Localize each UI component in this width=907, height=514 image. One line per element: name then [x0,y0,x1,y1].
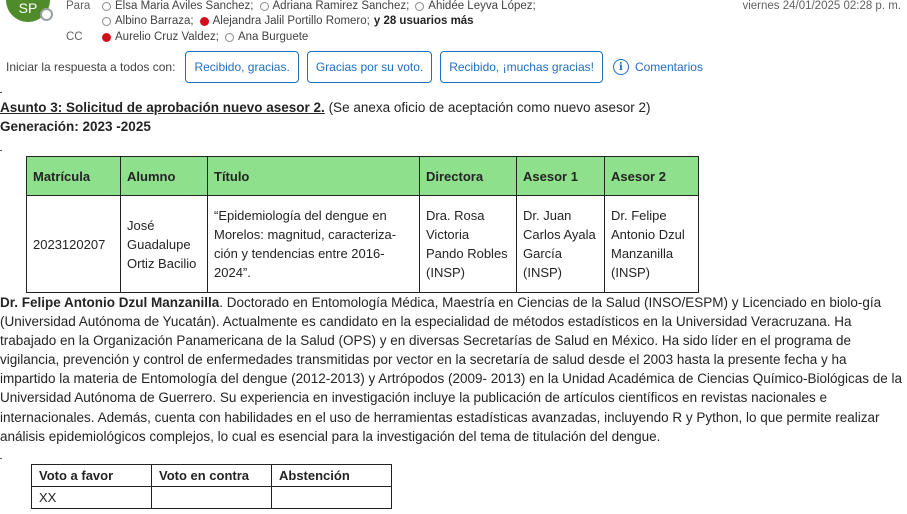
recipient-name: Aurelio Cruz Valdez; [115,31,219,43]
cc-row: CC Aurelio Cruz Valdez; Ana Burguete [66,31,308,43]
table-cell: Dr. Felipe Antonio Dzul Manzanilla (INSP… [604,195,699,293]
vote-header: Abstención [271,464,392,487]
comments-label: Comentarios [634,60,703,74]
table-row: 2023120207 José Guadalupe Ortiz Bacilio … [26,195,699,293]
vote-cell [151,486,272,509]
presence-busy-icon [102,32,111,42]
recipient-name: Ana Burguete [237,31,309,43]
table-cell: Dra. Rosa Victoria Pando Robles (INSP) [419,195,517,293]
recipient-name: Ahidée Leyva López; [428,0,536,12]
quick-reply-button-1[interactable]: Recibido, gracias. [185,51,299,83]
recipient[interactable]: Aurelio Cruz Valdez; [100,31,219,43]
recipient[interactable]: Ana Burguete [223,31,308,43]
recipient[interactable]: Elsa Maria Aviles Sanchez; [100,0,254,12]
subject-title: Asunto 3: Solicitud de aprobación nuevo … [0,100,325,115]
quick-reply-button-3[interactable]: Recibido, ¡muchas gracias! [440,51,603,83]
cc-label: CC [66,31,83,43]
table-header-row: Matrícula Alumno Título Directora Asesor… [26,156,699,196]
quick-reply-bar: Iniciar la respuesta a todos con: Recibi… [6,51,703,83]
text-mark [0,92,2,93]
table-cell: 2023120207 [26,195,121,293]
vote-header: Voto en contra [151,464,272,487]
comments-button[interactable]: i Comentarios [612,59,703,75]
message-date: viernes 24/01/2025 02:28 p. m. [742,0,901,12]
to-label: Para [66,0,91,12]
recipient-name: Albino Barraza; [115,15,194,27]
generation-line: Generación: 2023 -2025 [0,119,151,134]
to-row: Para Elsa Maria Aviles Sanchez; Adriana … [66,0,536,12]
recipient[interactable]: Alejandra Jalil Portillo Romero; [198,15,370,27]
vote-header-row: Voto a favor Voto en contra Abstención [31,464,392,487]
column-header: Directora [419,156,517,196]
presence-status-icon [40,8,53,21]
recipient[interactable]: Adriana Ramirez Sanchez; [258,0,410,12]
info-icon: i [612,59,629,75]
table-cell: José Guadalupe Ortiz Bacilio [120,195,208,293]
presence-offline-icon [102,1,111,11]
recipient-name: Adriana Ramirez Sanchez; [272,0,410,12]
recipient-name: Alejandra Jalil Portillo Romero; [212,15,370,27]
presence-offline-icon [259,1,269,11]
recipient[interactable]: Albino Barraza; [100,15,194,27]
student-table: Matrícula Alumno Título Directora Asesor… [26,156,699,293]
column-header: Asesor 2 [604,156,699,196]
recipient[interactable]: Ahidée Leyva López; [413,0,536,12]
subject-line: Asunto 3: Solicitud de aprobación nuevo … [0,100,651,115]
vote-header: Voto a favor [31,464,152,487]
column-header: Asesor 1 [516,156,605,196]
to-row-continued: Albino Barraza; Alejandra Jalil Portillo… [100,15,474,27]
vote-table: Voto a favor Voto en contra Abstención X… [31,464,392,509]
vote-cell: XX [31,486,152,509]
quick-reply-label: Iniciar la respuesta a todos con: [6,60,176,74]
table-cell: “Epidemiología del dengue en Morelos: ma… [207,195,420,293]
text-mark [0,150,2,151]
avatar-initials: SP [18,0,38,16]
advisor-bio-text: . Doctorado en Entomología Médica, Maest… [0,295,903,444]
presence-offline-icon [224,32,234,42]
subject-note: (Se anexa oficio de aceptación como nuev… [324,100,651,115]
column-header: Matrícula [26,156,121,196]
text-mark [0,458,2,459]
vote-row: XX [31,486,392,509]
presence-offline-icon [415,1,425,11]
presence-busy-icon [199,16,209,26]
advisor-bio-paragraph: Dr. Felipe Antonio Dzul Manzanilla. Doct… [0,293,905,446]
more-recipients-link[interactable]: y 28 usuarios más [374,15,474,27]
column-header: Alumno [120,156,208,196]
recipient-name: Elsa Maria Aviles Sanchez; [115,0,254,12]
presence-offline-icon [102,16,111,26]
quick-reply-button-2[interactable]: Gracias por su voto. [306,51,433,83]
column-header: Título [207,156,420,196]
advisor-name: Dr. Felipe Antonio Dzul Manzanilla [0,295,220,310]
table-cell: Dr. Juan Carlos Ayala García (INSP) [516,195,605,293]
vote-cell [271,486,392,509]
